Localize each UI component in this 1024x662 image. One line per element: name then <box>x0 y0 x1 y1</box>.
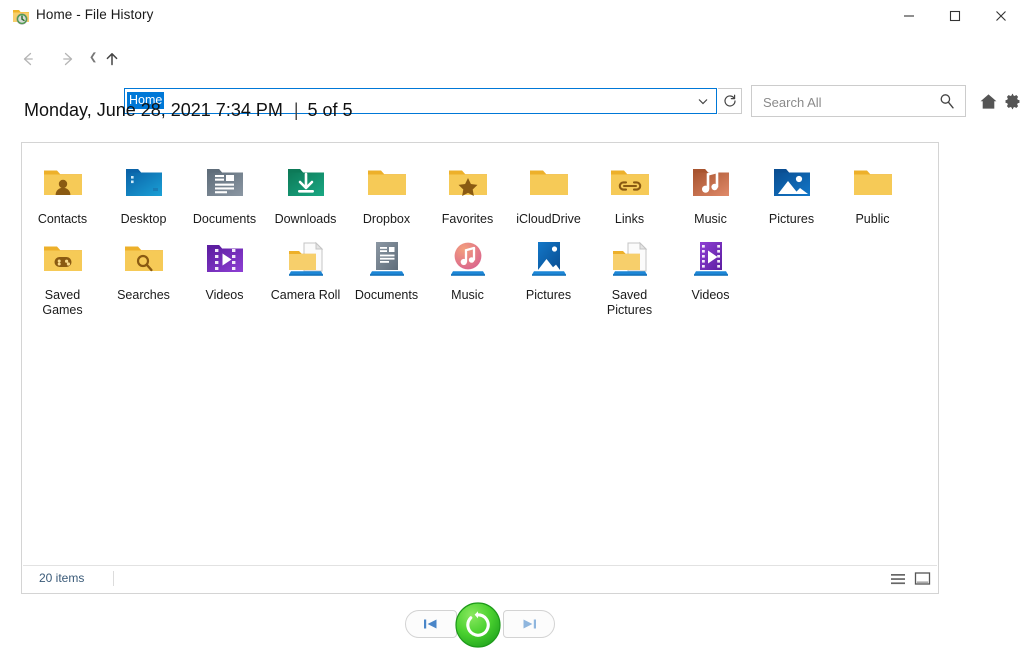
maximize-button[interactable] <box>932 0 978 32</box>
grid-item-label: Videos <box>691 288 730 302</box>
grid-item[interactable]: iCloudDrive <box>508 151 589 227</box>
close-button[interactable] <box>978 0 1024 32</box>
restore-button[interactable] <box>455 602 501 648</box>
minimize-button[interactable] <box>886 0 932 32</box>
grid-item-label: Music <box>694 212 727 226</box>
grid-item[interactable]: Documents <box>184 151 265 227</box>
folder-music-icon <box>687 157 735 205</box>
folder-desktop-icon <box>120 157 168 205</box>
previous-version-button[interactable] <box>405 610 457 638</box>
status-divider <box>113 571 114 586</box>
home-icon[interactable] <box>976 89 1000 113</box>
next-version-button[interactable] <box>503 610 555 638</box>
icon-grid: Contacts Desktop Documents Downloads Dropbox… <box>22 151 938 318</box>
folder-public-icon <box>849 157 897 205</box>
grid-item[interactable]: Pictures <box>508 227 589 318</box>
snapshot-count: 5 of 5 <box>307 100 353 120</box>
library-music-icon <box>444 233 492 281</box>
grid-item-label: Music <box>451 288 484 302</box>
snapshot-date: Monday, June 28, 2021 7:34 PM <box>24 100 283 120</box>
grid-item[interactable]: Saved Games <box>22 227 103 318</box>
folder-downloads-icon <box>282 157 330 205</box>
grid-item-label: Downloads <box>274 212 337 226</box>
title-bar: Home - File History <box>0 0 1024 32</box>
grid-item[interactable]: Videos <box>184 227 265 318</box>
folder-iclouddrive-icon <box>525 157 573 205</box>
folder-pictures-icon <box>768 157 816 205</box>
grid-item-label: Saved Pictures <box>606 288 653 317</box>
library-camera-roll-icon <box>282 233 330 281</box>
grid-item-label: Desktop <box>120 212 167 226</box>
grid-item-label: Dropbox <box>362 212 411 226</box>
grid-item-label: Videos <box>205 288 244 302</box>
grid-item-label: Documents <box>192 212 257 226</box>
up-button[interactable]: ❮ <box>89 42 127 76</box>
item-count: 20 items <box>39 571 85 585</box>
grid-item-label: Pictures <box>768 212 815 226</box>
folder-favorites-icon <box>444 157 492 205</box>
grid-item-label: Contacts <box>37 212 88 226</box>
folder-contacts-icon <box>39 157 87 205</box>
folder-links-icon <box>606 157 654 205</box>
library-documents-icon <box>363 233 411 281</box>
grid-item[interactable]: Searches <box>103 227 184 318</box>
file-list-panel: Contacts Desktop Documents Downloads Dropbox… <box>21 142 939 594</box>
grid-item[interactable]: Saved Pictures <box>589 227 670 318</box>
details-view-icon[interactable] <box>887 569 909 589</box>
folder-documents-icon <box>201 157 249 205</box>
grid-item-label: Saved Games <box>42 288 83 317</box>
grid-item[interactable]: Contacts <box>22 151 103 227</box>
grid-item[interactable]: Downloads <box>265 151 346 227</box>
grid-item-label: Camera Roll <box>270 288 341 302</box>
grid-item[interactable]: Music <box>670 151 751 227</box>
grid-item-label: Searches <box>117 288 170 302</box>
folder-dropbox-icon <box>363 157 411 205</box>
grid-item[interactable]: Camera Roll <box>265 227 346 318</box>
grid-item[interactable]: Desktop <box>103 151 184 227</box>
folder-history-icon <box>11 6 31 26</box>
grid-item[interactable]: Dropbox <box>346 151 427 227</box>
grid-item-label: Public <box>855 212 890 226</box>
grid-item-label: Pictures <box>525 288 572 302</box>
forward-button[interactable] <box>53 42 83 76</box>
grid-item[interactable]: Pictures <box>751 151 832 227</box>
search-icon[interactable] <box>938 92 956 110</box>
navigation-toolbar: ❮ Home <box>0 42 1024 118</box>
library-saved-pictures-icon <box>606 233 654 281</box>
library-pictures-icon <box>525 233 573 281</box>
folder-searches-icon <box>120 233 168 281</box>
header-separator: | <box>293 100 299 120</box>
search-box[interactable] <box>751 85 966 118</box>
grid-item[interactable]: Music <box>427 227 508 318</box>
grid-item-label: Documents <box>354 288 419 302</box>
grid-item-label: iCloudDrive <box>516 212 581 226</box>
grid-item[interactable]: Links <box>589 151 670 227</box>
file-history-window: Home - File History ❮ Home Search All Mo… <box>0 0 1024 662</box>
chevron-down-icon[interactable] <box>692 89 714 113</box>
grid-item[interactable]: Documents <box>346 227 427 318</box>
grid-item[interactable]: Videos <box>670 227 751 318</box>
grid-item-label: Favorites <box>441 212 494 226</box>
folder-videos-icon <box>201 233 249 281</box>
library-videos-icon <box>687 233 735 281</box>
recent-locations-icon[interactable]: ❮ <box>89 53 97 63</box>
large-icons-view-icon[interactable] <box>911 569 933 589</box>
window-title: Home - File History <box>36 7 154 22</box>
snapshot-header: Monday, June 28, 2021 7:34 PM | 5 of 5 <box>24 100 353 121</box>
gear-icon[interactable] <box>1000 89 1024 113</box>
folder-saved-games-icon <box>39 233 87 281</box>
grid-item[interactable]: Favorites <box>427 151 508 227</box>
search-input[interactable] <box>761 86 930 118</box>
grid-item-label: Links <box>614 212 645 226</box>
refresh-button[interactable] <box>718 88 742 114</box>
grid-item[interactable]: Public <box>832 151 913 227</box>
back-button[interactable] <box>13 42 43 76</box>
status-bar: 20 items <box>23 565 937 592</box>
version-transport-controls <box>405 602 555 648</box>
